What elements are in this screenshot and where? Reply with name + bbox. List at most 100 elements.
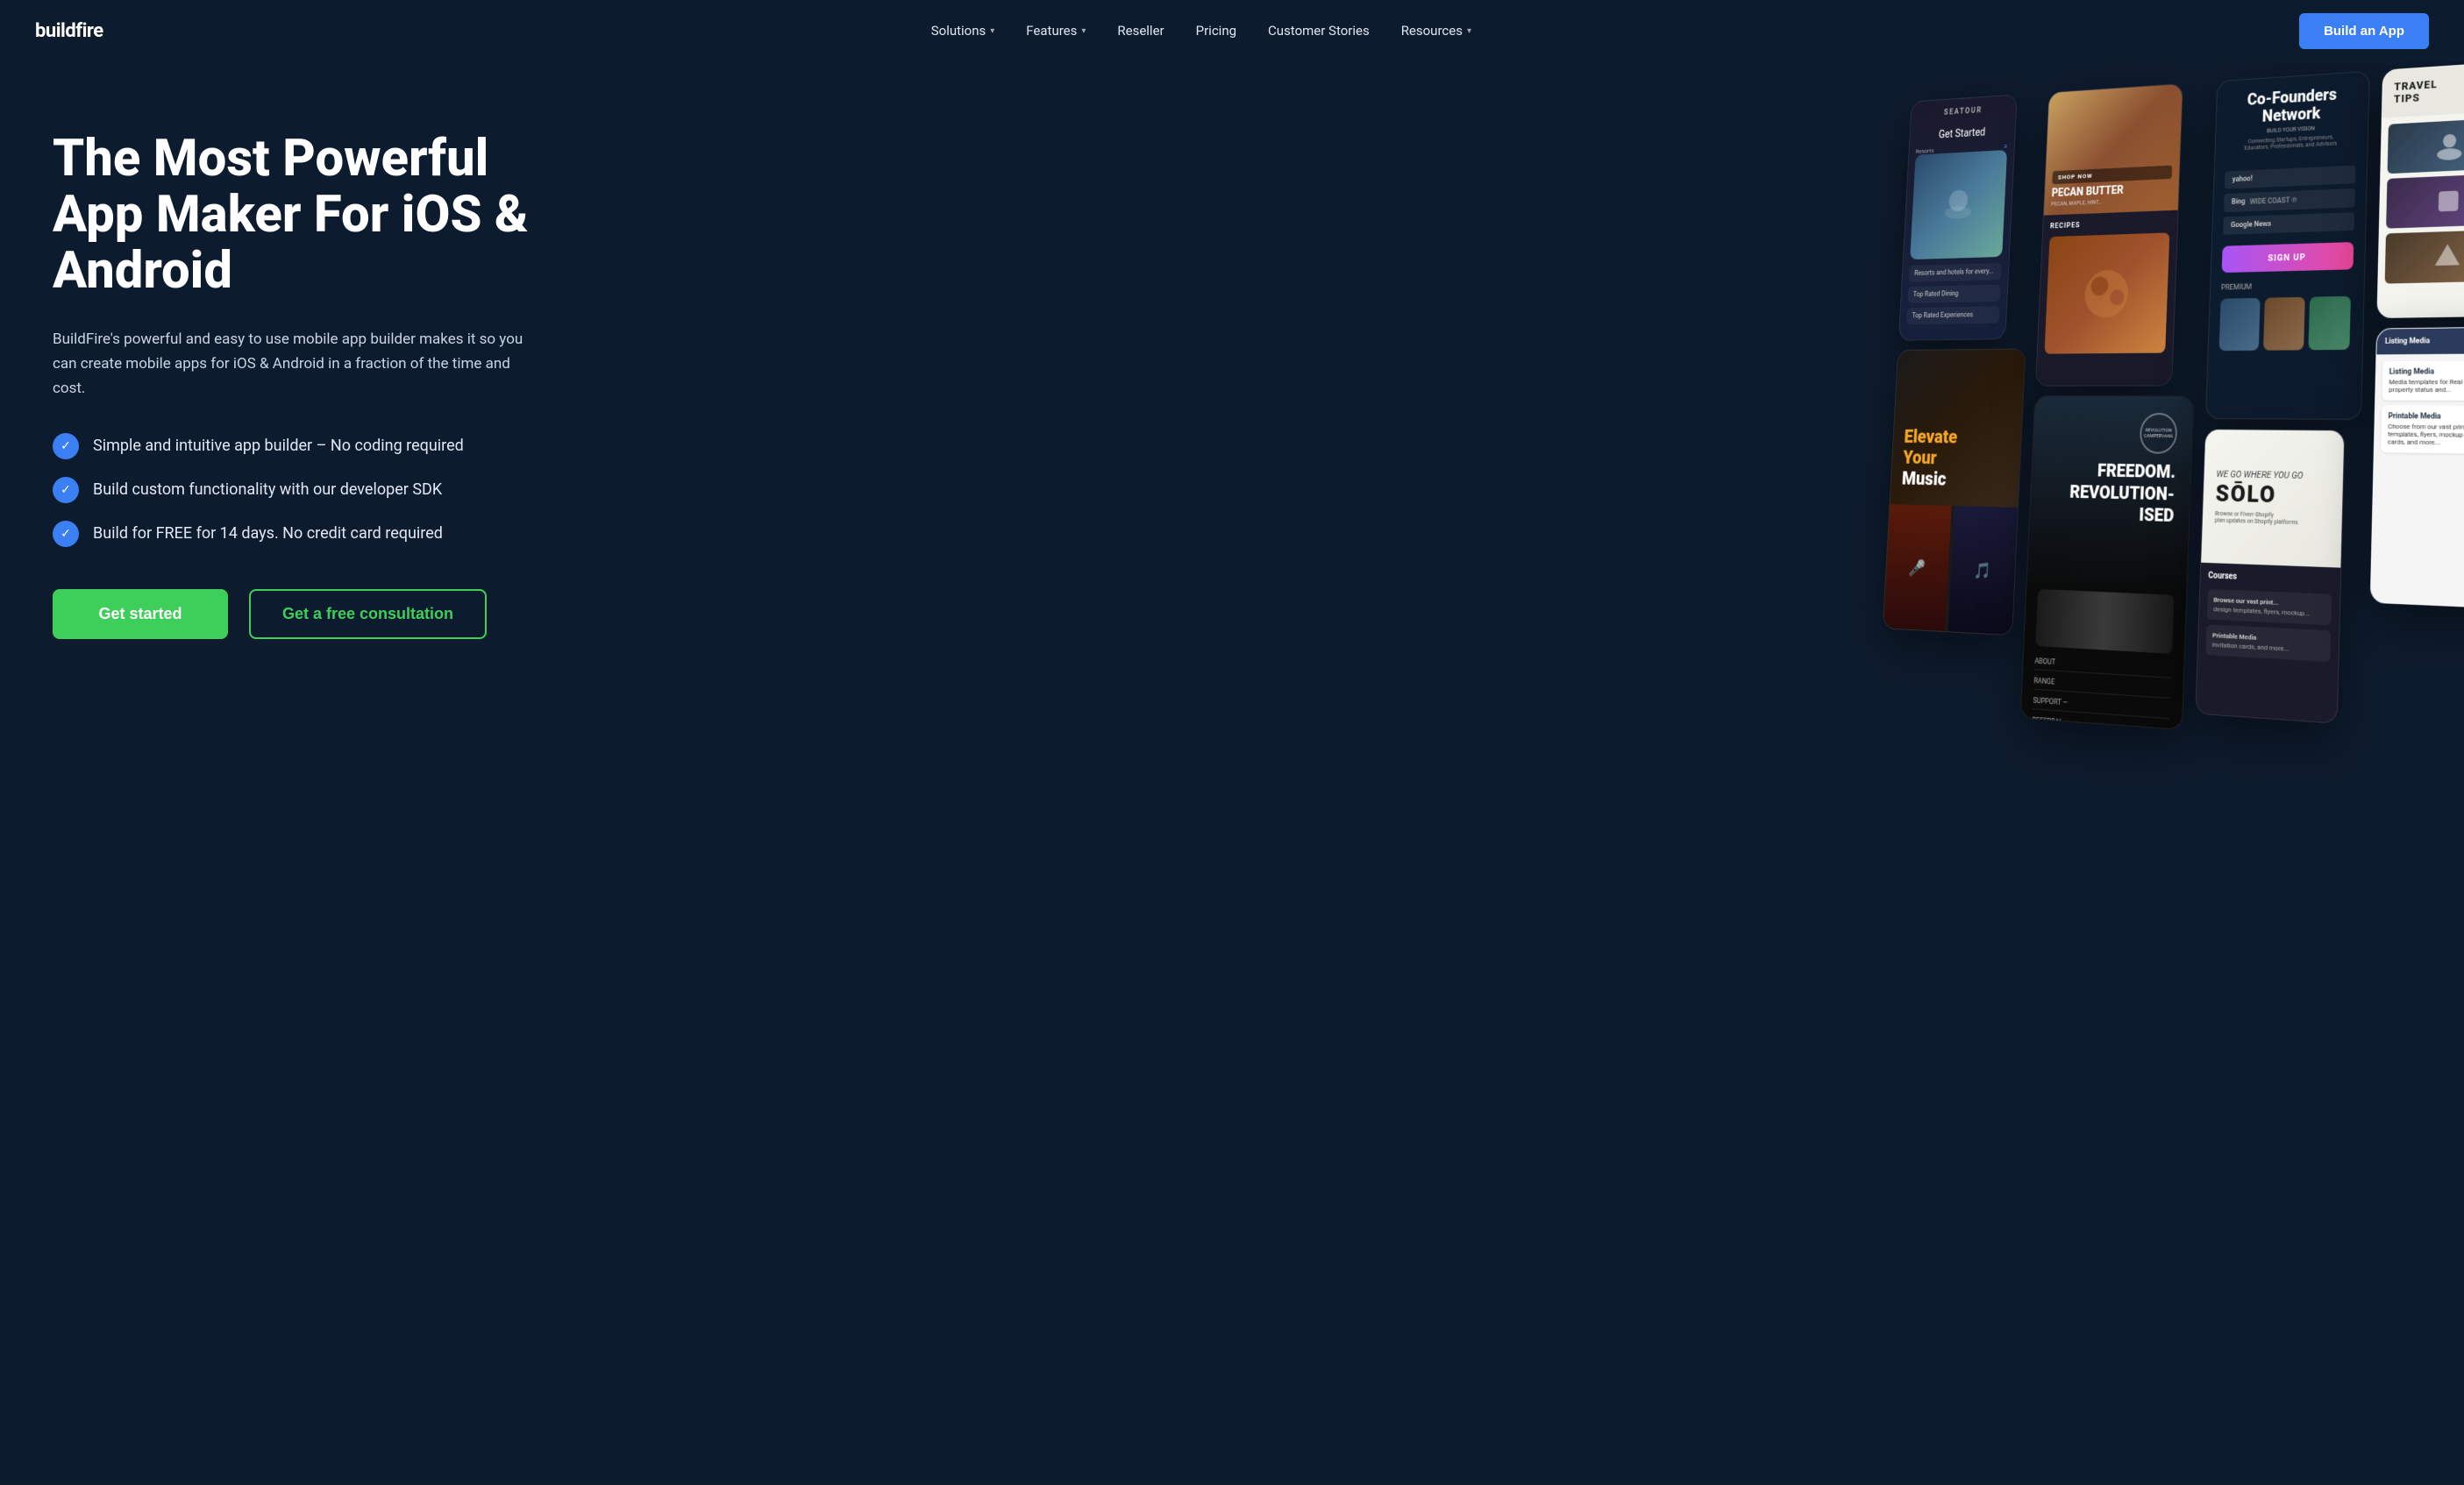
your-text: Your bbox=[1903, 447, 2010, 469]
chevron-down-icon: ▾ bbox=[1467, 26, 1471, 36]
check-icon-1: ✓ bbox=[53, 433, 79, 459]
cf-signup-btn[interactable]: SIGN UP bbox=[2222, 242, 2354, 273]
cf-person-2 bbox=[2263, 297, 2305, 351]
phone-col-3: Co-FoundersNetwork BUILD YOUR VISION Con… bbox=[2195, 71, 2369, 725]
nav-links: Solutions ▾ Features ▾ Reseller Pricing … bbox=[931, 23, 1471, 39]
cf-subtitle: BUILD YOUR VISION bbox=[2226, 123, 2357, 137]
free-consultation-button[interactable]: Get a free consultation bbox=[249, 589, 487, 639]
food-phone: SHOP NOW PECAN BUTTER PECAN, MAPLE, HINT… bbox=[2035, 83, 2183, 387]
check-icon-2: ✓ bbox=[53, 477, 79, 503]
performer-1: 🎤 bbox=[1884, 504, 1952, 633]
music-label: Music bbox=[1901, 467, 2008, 492]
recipes-section: RECIPES bbox=[2036, 210, 2178, 387]
feature-item-2: ✓ Build custom functionality with our de… bbox=[53, 477, 544, 503]
solo-brand: SŌLO bbox=[2215, 480, 2330, 510]
phone-col-4: TRAVELTIPS bbox=[2370, 61, 2464, 609]
solo-phone: WE GO WHERE YOU GO SŌLO Browse or Fiverr… bbox=[2195, 429, 2345, 724]
product-name: PECAN BUTTER bbox=[2051, 181, 2171, 199]
gradient-overlay bbox=[912, 61, 2464, 1485]
cf-yahoo: yahoo! bbox=[2225, 166, 2356, 189]
phone-col-2: SHOP NOW PECAN BUTTER PECAN, MAPLE, HINT… bbox=[2020, 82, 2205, 730]
cf-bing: Bing WIDE COAST ℗ bbox=[2224, 188, 2355, 212]
nav-item-reseller[interactable]: Reseller bbox=[1117, 23, 1164, 39]
chevron-down-icon: ▾ bbox=[1081, 26, 1086, 36]
performers-section: 🎤 🎵 bbox=[1884, 504, 2019, 636]
shop-now-badge: SHOP NOW bbox=[2052, 166, 2172, 185]
cf-google: Google News bbox=[2223, 212, 2354, 235]
hero-content: The Most Powerful App Maker For iOS & An… bbox=[0, 61, 596, 692]
solo-go-text: WE GO WHERE YOU GO bbox=[2216, 469, 2330, 482]
seatour-header: SEATOUR bbox=[1911, 95, 2017, 127]
menu-item-resorts: Resorts and hotels for every... bbox=[1909, 263, 2002, 282]
recipes-image bbox=[2044, 232, 2169, 353]
seatour-phone: SEATOUR Get Started Resorts ≡ Resorts an… bbox=[1898, 95, 2018, 341]
travel-phone: TRAVELTIPS bbox=[2376, 61, 2464, 318]
menu-item-exp: Top Rated Experiences bbox=[1906, 306, 1999, 324]
listing-phone: Listing Media Listing Media Media templa… bbox=[2370, 327, 2464, 609]
product-subtitle: PECAN, MAPLE, HINT... bbox=[2051, 196, 2171, 208]
courses-label: Courses bbox=[2208, 572, 2332, 586]
rv-hero: REVOLUTIONCAMPERVANS FREEDOM.REVOLUTION-… bbox=[2026, 396, 2193, 595]
check-icon-3: ✓ bbox=[53, 521, 79, 547]
navbar: buildfire Solutions ▾ Features ▾ Reselle… bbox=[0, 0, 2464, 61]
travel-img-1 bbox=[2388, 117, 2464, 174]
solo-hero: WE GO WHERE YOU GO SŌLO Browse or Fiverr… bbox=[2201, 430, 2344, 568]
nav-item-customer-stories[interactable]: Customer Stories bbox=[1268, 23, 1370, 39]
rv-headline: FREEDOM.REVOLUTION-ISED bbox=[2069, 461, 2176, 528]
listing-header: Listing Media bbox=[2376, 328, 2464, 355]
rv-menu: ABOUT RANGE SUPPORT — REFERRAL bbox=[2020, 645, 2184, 730]
solo-tagline: Browse or Fiverr-Shopifyplan updates on … bbox=[2215, 510, 2330, 527]
solo-course-1: Browse our vast print... design template… bbox=[2207, 589, 2332, 626]
rv-badge: REVOLUTIONCAMPERVANS bbox=[2140, 413, 2178, 454]
listing-item-1: Listing Media Media templates for Real E… bbox=[2382, 360, 2464, 401]
performer-2: 🎵 bbox=[1948, 506, 2018, 636]
cf-person-1 bbox=[2219, 298, 2261, 351]
nav-item-pricing[interactable]: Pricing bbox=[1196, 23, 1236, 39]
feature-item-3: ✓ Build for FREE for 14 days. No credit … bbox=[53, 521, 544, 547]
elevate-text: Elevate bbox=[1904, 427, 2011, 449]
phones-container: SEATOUR Get Started Resorts ≡ Resorts an… bbox=[1878, 61, 2464, 755]
brand-logo[interactable]: buildfire bbox=[35, 20, 103, 42]
nav-item-resources[interactable]: Resources ▾ bbox=[1401, 23, 1471, 39]
rv-menu-referral: REFERRAL bbox=[2032, 714, 2169, 730]
cf-person-3 bbox=[2308, 296, 2350, 351]
music-bg: Elevate Your Music bbox=[1890, 350, 2025, 508]
hero-subtitle: BuildFire's powerful and easy to use mob… bbox=[53, 327, 544, 401]
feature-item-1: ✓ Simple and intuitive app builder – No … bbox=[53, 433, 544, 459]
cofounders-phone: Co-FoundersNetwork BUILD YOUR VISION Con… bbox=[2205, 71, 2370, 420]
travel-img-3 bbox=[2385, 230, 2464, 284]
food-hero: SHOP NOW PECAN BUTTER PECAN, MAPLE, HINT… bbox=[2044, 84, 2183, 216]
solo-courses: Courses Browse our vast print... design … bbox=[2197, 563, 2340, 671]
seatour-image bbox=[1910, 150, 2007, 259]
phone-col-1: SEATOUR Get Started Resorts ≡ Resorts an… bbox=[1883, 93, 2038, 636]
cf-people bbox=[2209, 295, 2364, 351]
hero-section: The Most Powerful App Maker For iOS & An… bbox=[0, 61, 2464, 1485]
cf-header: Co-FoundersNetwork BUILD YOUR VISION Con… bbox=[2215, 72, 2369, 164]
hero-visuals: SEATOUR Get Started Resorts ≡ Resorts an… bbox=[915, 61, 2464, 1485]
rv-car bbox=[2035, 589, 2174, 654]
rv-menu-about: ABOUT bbox=[2034, 654, 2172, 679]
travel-header: TRAVELTIPS bbox=[2382, 61, 2464, 117]
logo-text: buildfire bbox=[35, 20, 103, 42]
hero-title: The Most Powerful App Maker For iOS & An… bbox=[53, 131, 544, 299]
nav-item-features[interactable]: Features ▾ bbox=[1026, 23, 1086, 39]
hero-buttons: Get started Get a free consultation bbox=[53, 589, 544, 639]
menu-item-dining: Top Rated Dining bbox=[1907, 285, 2000, 304]
travel-img-2 bbox=[2386, 174, 2464, 229]
rv-menu-range: RANGE bbox=[2033, 674, 2171, 699]
cf-premium-label: PREMIUM bbox=[2211, 281, 2364, 299]
seatour-menu: Resorts and hotels for every... Top Rate… bbox=[1899, 257, 2009, 331]
travel-images bbox=[2378, 110, 2464, 291]
build-app-button[interactable]: Build an App bbox=[2299, 13, 2429, 49]
music-phone: Elevate Your Music 🎤 🎵 Audition Wall Sho… bbox=[1883, 349, 2026, 636]
solo-course-2: Printable Media invitation cards, and mo… bbox=[2205, 624, 2331, 662]
nav-item-solutions[interactable]: Solutions ▾ bbox=[931, 23, 995, 39]
recipes-label: RECIPES bbox=[2050, 218, 2170, 231]
listing-item-2: Printable Media Choose from our vast pri… bbox=[2381, 406, 2464, 454]
get-started-button[interactable]: Get started bbox=[53, 589, 228, 639]
campervan-phone: REVOLUTIONCAMPERVANS FREEDOM.REVOLUTION-… bbox=[2020, 395, 2195, 730]
chevron-down-icon: ▾ bbox=[990, 26, 994, 36]
rv-menu-support: SUPPORT — bbox=[2033, 693, 2170, 719]
music-footer: Audition Wall Show Finder bbox=[1883, 629, 2012, 636]
listing-items: Listing Media Media templates for Real E… bbox=[2375, 353, 2464, 461]
